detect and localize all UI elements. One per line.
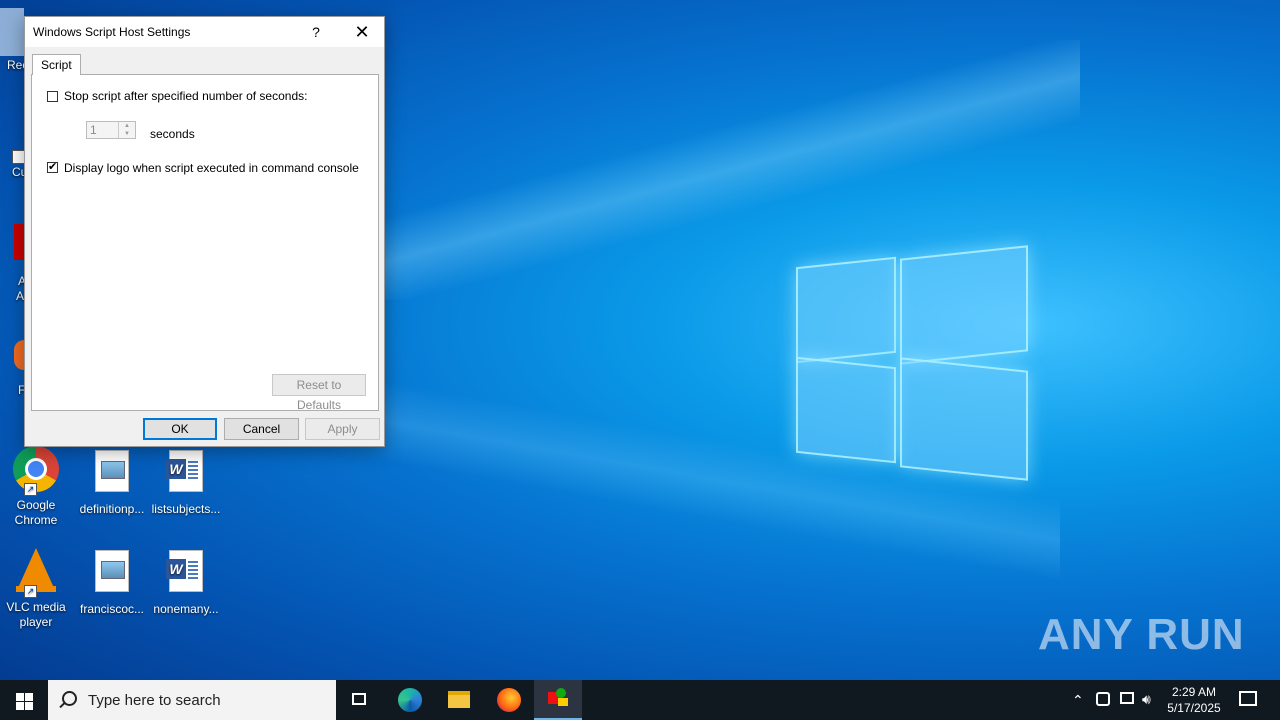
- recycle-bin-icon[interactable]: [0, 8, 24, 56]
- firefox-button[interactable]: [485, 680, 533, 720]
- wscript-button[interactable]: [534, 680, 582, 720]
- seconds-spinner[interactable]: 1 ▲ ▼: [86, 121, 136, 139]
- desktop-icon-chrome[interactable]: ↗ Google Chrome: [0, 446, 72, 528]
- display-logo-label[interactable]: Display logo when script executed in com…: [64, 161, 359, 175]
- anyrun-watermark: ANY RUN: [1038, 610, 1245, 659]
- acrobat-icon[interactable]: [14, 224, 24, 260]
- taskbar-search-box[interactable]: Type here to search: [48, 680, 336, 720]
- reset-to-defaults-button[interactable]: Reset to Defaults: [272, 374, 366, 412]
- folder-icon: [448, 691, 470, 708]
- desktop-icon-vlc[interactable]: ↗ VLC media player: [0, 546, 72, 630]
- network-icon[interactable]: [1120, 692, 1134, 704]
- search-icon: [62, 691, 77, 706]
- ok-button[interactable]: OK: [143, 418, 217, 440]
- spin-down-icon[interactable]: ▼: [119, 130, 135, 138]
- apply-button[interactable]: Apply: [305, 418, 380, 440]
- edge-button[interactable]: [386, 680, 434, 720]
- file-explorer-button[interactable]: [435, 680, 483, 720]
- edge-icon: [398, 688, 422, 712]
- cancel-button[interactable]: Cancel: [224, 418, 299, 440]
- close-button[interactable]: ✕: [340, 17, 384, 47]
- image-file-icon: [95, 550, 129, 592]
- desktop-icon-listsubjects[interactable]: W listsubjects...: [150, 446, 222, 517]
- task-view-icon: [352, 693, 366, 705]
- dialog-title: Windows Script Host Settings: [33, 25, 191, 39]
- stop-script-checkbox[interactable]: [47, 91, 58, 102]
- taskbar: Type here to search ⌃ 🔊︎: [0, 680, 1280, 720]
- wsh-settings-dialog: Windows Script Host Settings ? ✕ Script …: [24, 16, 385, 447]
- seconds-value: 1: [90, 123, 97, 137]
- firefox-icon: [497, 688, 521, 712]
- help-button[interactable]: ?: [294, 17, 338, 47]
- network-adapter-icon[interactable]: [1096, 692, 1110, 706]
- task-view-button[interactable]: [336, 680, 384, 720]
- tab-script[interactable]: Script: [32, 54, 81, 75]
- start-button[interactable]: [0, 680, 48, 720]
- seconds-label: seconds: [150, 127, 195, 141]
- script-tab-panel: Stop script after specified number of se…: [31, 74, 379, 412]
- display-logo-checkbox[interactable]: ✔: [47, 162, 58, 173]
- desktop-icon-label: franciscoc...: [79, 602, 145, 616]
- desktop-icon-label: definitionp...: [79, 502, 145, 516]
- image-file-icon: [95, 450, 129, 492]
- desktop-icon-label: VLC media player: [6, 600, 66, 629]
- search-placeholder: Type here to search: [88, 692, 221, 709]
- word-document-icon: W: [166, 450, 203, 492]
- chevron-up-icon[interactable]: ⌃: [1072, 692, 1084, 709]
- desktop-icon-nonemany[interactable]: W nonemany...: [150, 546, 222, 617]
- desktop-icon-label: Google Chrome: [14, 498, 58, 527]
- desktop-icon-label: listsubjects...: [151, 502, 221, 516]
- windows-logo-wallpaper: [796, 242, 1028, 481]
- desktop-icon-label: nonemany...: [153, 602, 219, 616]
- stop-script-label[interactable]: Stop script after specified number of se…: [64, 89, 307, 103]
- desktop-icon-franciscoc[interactable]: franciscoc...: [76, 546, 148, 617]
- clock-date: 5/17/2025: [1167, 701, 1221, 715]
- vlc-icon: [16, 548, 56, 592]
- volume-icon[interactable]: 🔊︎: [1142, 691, 1151, 708]
- firefox-icon[interactable]: [14, 340, 24, 370]
- dialog-titlebar[interactable]: Windows Script Host Settings ? ✕: [25, 17, 384, 47]
- word-document-icon: W: [166, 550, 203, 592]
- notifications-icon[interactable]: [1239, 691, 1257, 706]
- desktop-icon-definitionp[interactable]: definitionp...: [76, 446, 148, 517]
- desktop-icon-label: A: [16, 289, 25, 303]
- spin-up-icon[interactable]: ▲: [119, 122, 135, 130]
- clock-time: 2:29 AM: [1171, 685, 1217, 699]
- taskbar-clock[interactable]: 2:29 AM 5/17/2025: [1162, 684, 1226, 716]
